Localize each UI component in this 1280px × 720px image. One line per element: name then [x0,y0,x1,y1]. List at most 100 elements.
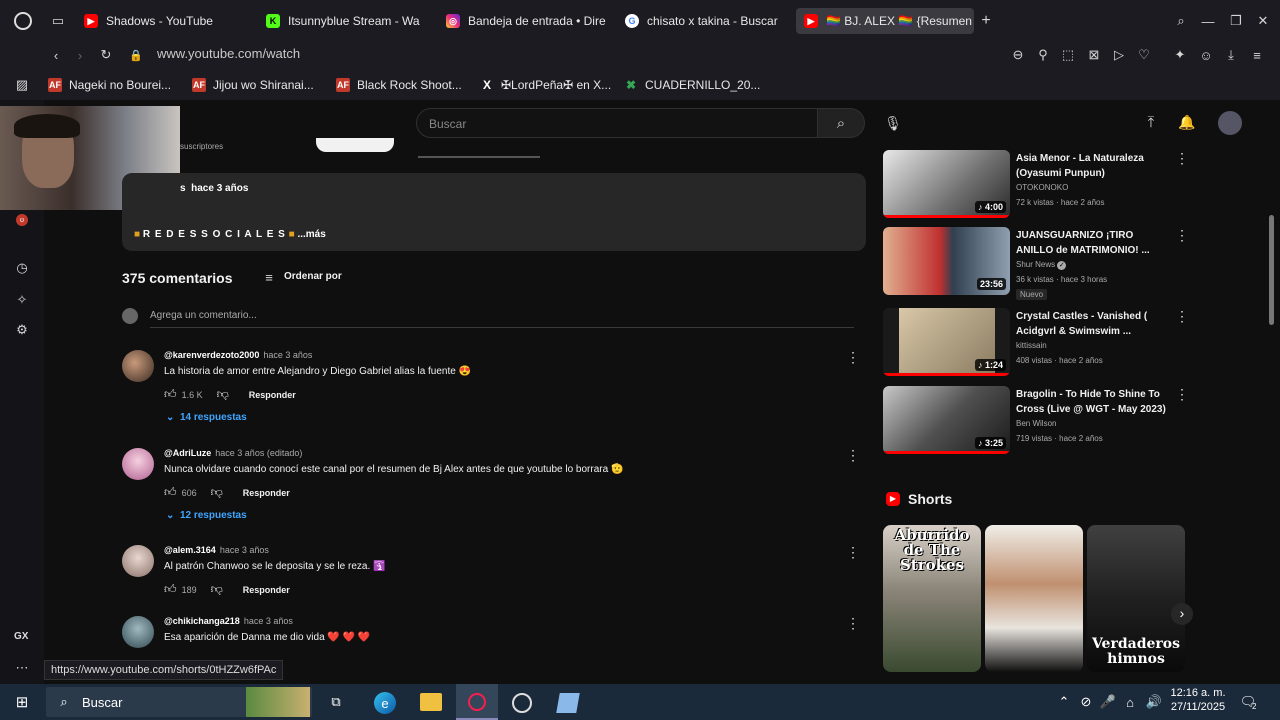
more-options-icon[interactable]: ⋮ [846,448,860,464]
gx-sidebar-badge-icon[interactable]: ʊ [16,214,28,226]
tray-network-icon[interactable]: ⌂ [1122,694,1138,710]
search-button[interactable]: ⌕ [817,108,865,138]
heart-icon[interactable]: ♡ [1136,47,1152,63]
user-avatar[interactable] [1218,111,1242,135]
short-item[interactable]: Aburrido de The Strokes [883,525,981,672]
video-thumbnail[interactable]: ♪ 1:24 [883,308,1010,376]
more-options-icon[interactable]: ⋮ [1175,227,1189,244]
bookmark-cuadernillo[interactable]: ✖ CUADERNILLO_20... [624,78,760,92]
settings-gear-icon[interactable]: ⚙ [14,322,30,338]
comment-avatar[interactable] [122,448,154,480]
dislike-icon[interactable]: 👎︎ [211,485,223,500]
tab-bj-alex-active[interactable]: ▶ 🏳️‍🌈 BJ. ALEX 🏳️‍🌈 {Resumen [796,8,974,34]
opera-gx-logo-icon[interactable] [14,12,32,30]
like-icon[interactable]: 👍︎ [164,485,177,500]
description-box[interactable]: s hace 3 años ■ R E D E S S O C I A L E … [122,173,866,251]
extensions-sidebar-icon[interactable]: ✧ [14,292,30,308]
short-item[interactable] [985,525,1083,672]
recommended-video[interactable]: ♪ 3:25 Bragolin - To Hide To Shine To Cr… [883,386,1189,456]
page-scrollbar[interactable] [1269,215,1274,325]
block-icon[interactable]: ⊠ [1086,47,1102,63]
dislike-icon[interactable]: 👎︎ [211,582,223,597]
sort-button[interactable]: Ordenar por [284,271,342,282]
taskbar-clock[interactable]: 12:16 a. m. 27/11/2025 [1170,687,1226,713]
comment-avatar[interactable] [122,616,154,648]
more-options-icon[interactable]: ⋮ [1175,150,1189,167]
video-title[interactable]: Asia Menor - La Naturaleza (Oyasumi Punp… [1016,151,1166,181]
reply-button[interactable]: Responder [243,585,290,595]
task-view-icon[interactable]: ⧉ [328,694,344,710]
more-options-icon[interactable]: ⋮ [846,616,860,632]
comment-author[interactable]: @chikichanga218 hace 3 años [164,616,293,626]
bookmark-lordpena[interactable]: X ✠LordPeña✠ en X... [480,78,611,92]
notepad-icon[interactable] [556,693,580,713]
tab-overview-icon[interactable]: ▭ [50,13,66,29]
tray-volume-icon[interactable]: 🔊 [1146,694,1162,710]
shorts-next-button[interactable]: › [1171,603,1193,625]
comment-author[interactable]: @AdriLuze hace 3 años (editado) [164,448,302,458]
edge-icon[interactable]: e [374,692,396,714]
tab-google-search[interactable]: G chisato x takina - Buscar [625,8,785,34]
minimize-icon[interactable]: — [1200,13,1216,29]
notifications-bell-icon[interactable]: 🔔 [1178,114,1195,130]
video-title[interactable]: Bragolin - To Hide To Shine To Cross (Li… [1016,387,1166,417]
opera-gx-taskbar-button[interactable] [456,684,498,720]
replies-toggle[interactable]: ⌄ 14 respuestas [166,412,247,423]
video-thumbnail[interactable]: ♪ 3:25 [883,386,1010,454]
forward-icon[interactable]: › [72,47,88,63]
close-window-icon[interactable]: ✕ [1255,13,1271,29]
more-options-icon[interactable]: ⋮ [1175,386,1189,403]
upload-icon[interactable]: ⤒ [1143,114,1159,131]
zoom-out-icon[interactable]: ⊖ [1010,47,1026,63]
bookmarks-sidebar-icon[interactable]: ▨ [14,77,30,93]
video-thumbnail[interactable]: ♪ 4:00 [883,150,1010,218]
replies-toggle[interactable]: ⌄ 12 respuestas [166,510,247,521]
url-field[interactable]: www.youtube.com/watch [157,46,300,61]
restore-icon[interactable]: ❐ [1228,13,1244,29]
obs-icon[interactable] [512,693,532,713]
history-icon[interactable]: ◷ [14,260,30,276]
back-icon[interactable]: ‹ [48,47,64,63]
add-comment-input[interactable]: Agrega un comentario... [150,310,854,328]
comment-author[interactable]: @karenverdezoto2000 hace 3 años [164,350,312,360]
comment-author[interactable]: @alem.3164 hace 3 años [164,545,269,555]
comment-avatar[interactable] [122,350,154,382]
tab-kick-stream[interactable]: K Itsunnyblue Stream - Wa [266,8,424,34]
bookmark-nageki[interactable]: AF Nageki no Bourei... [48,78,171,92]
extensions-icon[interactable]: ✦ [1172,47,1188,63]
like-icon[interactable]: 👍︎ [164,582,177,597]
download-icon[interactable]: ⤓ [1223,47,1239,63]
video-title[interactable]: JUANSGUARNIZO ¡TIRO ANILLO de MATRIMONIO… [1016,228,1166,258]
reply-button[interactable]: Responder [243,488,290,498]
video-channel[interactable]: OTOKONOKO [1016,183,1068,192]
reply-button[interactable]: Responder [249,390,296,400]
tray-chevron-icon[interactable]: ⌃ [1056,694,1072,710]
search-input[interactable]: Buscar [416,108,818,138]
recommended-video[interactable]: ♪ 1:24 Crystal Castles - Vanished ( Acid… [883,308,1189,378]
new-tab-button[interactable]: + [978,12,994,29]
flow-icon[interactable]: ▷ [1111,47,1127,63]
video-thumbnail[interactable]: 23:56 [883,227,1010,295]
snapshot-icon[interactable]: ⬚ [1060,47,1076,63]
video-title[interactable]: Crystal Castles - Vanished ( Acidgvrl & … [1016,309,1166,339]
like-icon[interactable]: 👍︎ [164,387,177,402]
search-tabs-icon[interactable]: ⌕ [1173,13,1189,29]
bookmark-jijou[interactable]: AF Jijou wo Shiranai... [192,78,314,92]
pin-icon[interactable]: ⚲ [1035,47,1051,63]
recommended-video[interactable]: ♪ 4:00 Asia Menor - La Naturaleza (Oyasu… [883,150,1189,220]
sort-icon[interactable]: ≡ [261,269,277,285]
more-sidebar-icon[interactable]: ⋯ [14,660,30,676]
microphone-icon[interactable]: 🎙 [884,114,902,132]
windows-start-icon[interactable]: ⊞ [14,694,30,711]
video-channel[interactable]: kittissain [1016,341,1047,350]
menu-icon[interactable]: ≡ [1249,47,1265,63]
tab-instagram[interactable]: ◎ Bandeja de entrada • Dire [446,8,606,34]
subscribe-button[interactable] [316,138,394,152]
tray-mic-icon[interactable]: 🎤 [1100,694,1116,710]
more-options-icon[interactable]: ⋮ [846,545,860,561]
video-channel[interactable]: Shur News ✓ [1016,260,1067,270]
tab-shadows[interactable]: ▶ Shadows - YouTube [84,8,244,34]
more-options-icon[interactable]: ⋮ [846,350,860,366]
recommended-video[interactable]: 23:56 JUANSGUARNIZO ¡TIRO ANILLO de MATR… [883,227,1189,300]
tray-no-signal-icon[interactable]: ⊘ [1078,694,1094,710]
